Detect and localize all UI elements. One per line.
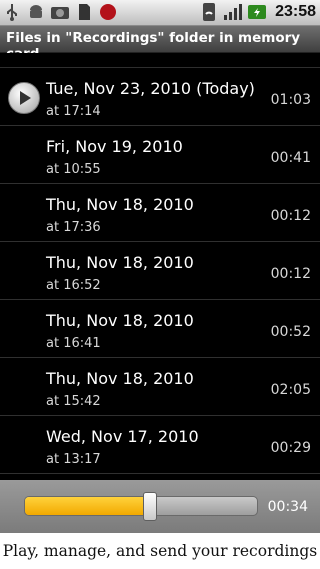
seek-progress <box>25 497 151 515</box>
list-item[interactable]: Thu, Nov 18, 2010 at 15:42 02:05 <box>0 358 320 416</box>
recording-time: at 17:36 <box>46 220 101 235</box>
recording-duration: 00:41 <box>270 150 311 166</box>
sd-card-icon <box>74 2 94 22</box>
play-icon <box>20 91 31 105</box>
recording-time: at 10:55 <box>46 162 101 177</box>
seek-thumb[interactable] <box>143 492 158 521</box>
recording-duration: 01:03 <box>270 92 311 108</box>
recording-date: Thu, Nov 18, 2010 <box>46 253 194 272</box>
recording-time: at 16:41 <box>46 336 101 351</box>
signal-icon <box>223 2 243 22</box>
record-icon <box>98 2 118 22</box>
recording-date: Thu, Nov 18, 2010 <box>46 195 194 214</box>
recording-time: at 13:17 <box>46 452 101 467</box>
recordings-list[interactable]: Tue, Nov 23, 2010 (Today) at 17:14 01:03 Fr… <box>0 53 320 475</box>
list-scroll-edge <box>0 53 320 68</box>
camera-icon <box>50 2 70 22</box>
title-bar: Files in "Recordings" folder in memory c… <box>0 26 320 62</box>
recording-time: at 16:52 <box>46 278 101 293</box>
status-bar: 23:58 <box>0 0 320 26</box>
wifi-icon <box>199 2 219 22</box>
caption: Play, manage, and send your recordings <box>0 533 320 569</box>
seek-bar[interactable] <box>24 496 258 516</box>
recording-date: Tue, Nov 23, 2010 (Today) <box>46 79 255 98</box>
android-icon <box>26 2 46 22</box>
list-item[interactable]: Thu, Nov 18, 2010 at 16:41 00:52 <box>0 300 320 358</box>
play-button[interactable] <box>8 82 40 114</box>
recording-duration: 00:12 <box>270 208 311 224</box>
recording-duration: 00:29 <box>270 440 311 456</box>
recording-time: at 17:14 <box>46 104 101 119</box>
playback-position: 00:34 <box>267 499 308 515</box>
recording-date: Thu, Nov 18, 2010 <box>46 311 194 330</box>
list-item[interactable]: Tue, Nov 23, 2010 (Today) at 17:14 01:03 <box>0 68 320 126</box>
recording-date: Thu, Nov 18, 2010 <box>46 369 194 388</box>
recording-duration: 00:52 <box>270 324 311 340</box>
battery-icon <box>247 2 267 22</box>
usb-icon <box>2 2 22 22</box>
list-item[interactable]: Wed, Nov 17, 2010 at 13:17 00:29 <box>0 416 320 474</box>
list-item[interactable]: Thu, Nov 18, 2010 at 16:52 00:12 <box>0 242 320 300</box>
list-item[interactable]: Fri, Nov 19, 2010 at 10:55 00:41 <box>0 126 320 184</box>
recording-date: Wed, Nov 17, 2010 <box>46 427 199 446</box>
recording-time: at 15:42 <box>46 394 101 409</box>
recording-duration: 02:05 <box>270 382 311 398</box>
recording-duration: 00:12 <box>270 266 311 282</box>
clock: 23:58 <box>275 3 316 20</box>
list-item[interactable]: Thu, Nov 18, 2010 at 17:36 00:12 <box>0 184 320 242</box>
recording-date: Fri, Nov 19, 2010 <box>46 137 183 156</box>
player-bar: 00:34 <box>0 480 320 533</box>
